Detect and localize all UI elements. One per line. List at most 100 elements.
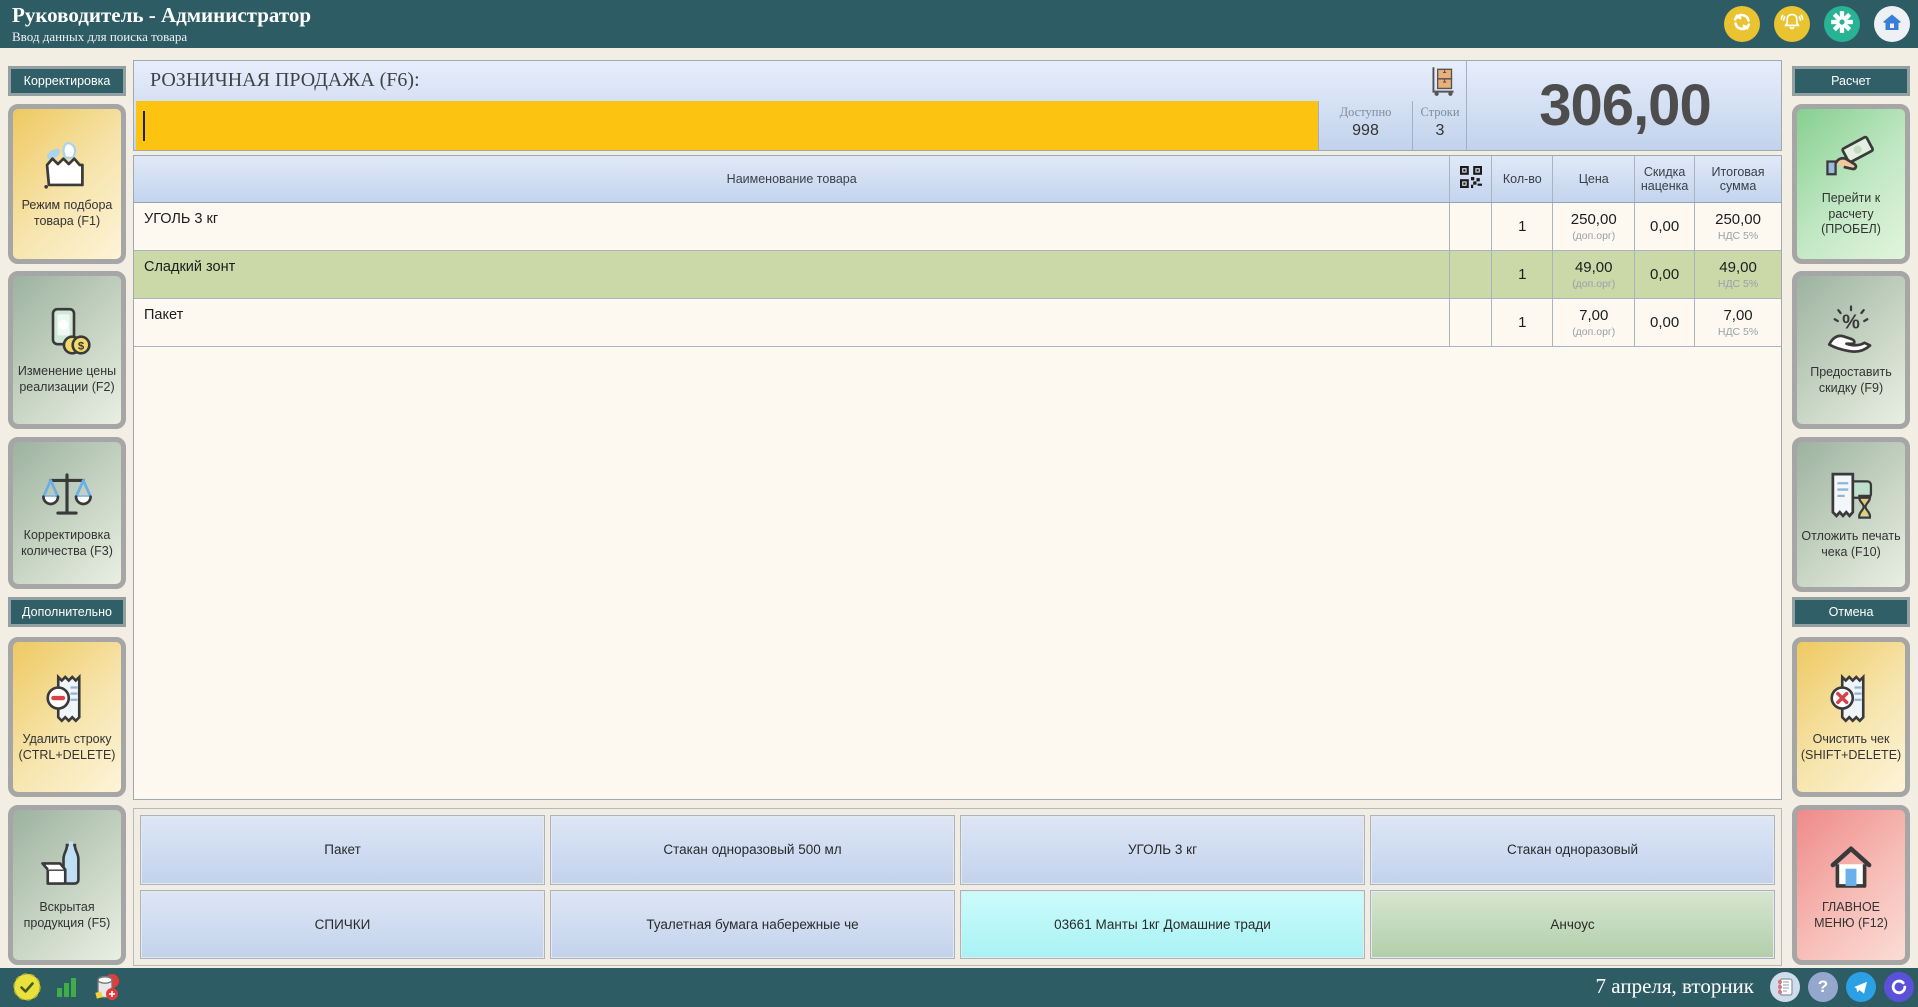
- opened-products-button[interactable]: Вскрытая продукция (F5): [8, 805, 126, 965]
- quick-button-ugol[interactable]: УГОЛЬ 3 кг: [961, 816, 1364, 884]
- sale-title-bar: РОЗНИЧНАЯ ПРОДАЖА (F6):: [134, 61, 1466, 101]
- quick-buttons-panel: Пакет Стакан одноразовый 500 мл УГОЛЬ 3 …: [133, 808, 1782, 966]
- opened-bottle-icon: [39, 839, 95, 896]
- quick-button-stakan[interactable]: Стакан одноразовый: [1371, 816, 1774, 884]
- change-price-label: Изменение цены реализации (F2): [17, 364, 117, 395]
- status-left-icons: [12, 972, 122, 1007]
- delete-row-button[interactable]: Удалить строку (CTRL+DELETE): [8, 637, 126, 797]
- quick-button-anchous[interactable]: Анчоус: [1371, 891, 1774, 959]
- header-price: Цена: [1552, 156, 1634, 202]
- bar-chart-icon[interactable]: [54, 974, 80, 1005]
- go-to-payment-label: Перейти к расчету (ПРОБЕЛ): [1801, 191, 1901, 238]
- window-subtitle: Ввод данных для поиска товара: [12, 29, 187, 45]
- database-icon[interactable]: [92, 972, 122, 1007]
- search-input[interactable]: [136, 101, 1318, 150]
- price-note: (доп.орг): [1572, 326, 1615, 338]
- item-qr-cell: [1449, 251, 1491, 298]
- header-qr: [1449, 156, 1491, 202]
- item-discount: 0,00: [1634, 251, 1694, 298]
- total-value: 49,00: [1719, 259, 1757, 276]
- lines-cell: Строки 3: [1412, 101, 1467, 150]
- question-icon[interactable]: ?: [1808, 972, 1838, 1002]
- adjust-quantity-button[interactable]: Корректировка количества (F3): [8, 437, 126, 589]
- qr-code-icon: [1460, 166, 1482, 191]
- section-header-label: Дополнительно: [22, 605, 112, 619]
- select-mode-button[interactable]: Режим подбора товара (F1): [8, 104, 126, 264]
- telegram-icon[interactable]: [1846, 972, 1876, 1002]
- quick-button-stakan-500[interactable]: Стакан одноразовый 500 мл: [551, 816, 954, 884]
- item-price: 250,00 (доп.орг): [1552, 203, 1634, 250]
- notifications-button[interactable]: [1774, 6, 1810, 42]
- item-name: Сладкий зонт: [134, 251, 1449, 298]
- change-price-button[interactable]: $ Изменение цены реализации (F2): [8, 271, 126, 429]
- total-value: 7,00: [1723, 307, 1752, 324]
- sync-icon: [1730, 10, 1754, 39]
- sale-title: РОЗНИЧНАЯ ПРОДАЖА (F6):: [150, 69, 420, 92]
- smiley-check-icon[interactable]: [12, 972, 42, 1007]
- select-mode-label: Режим подбора товара (F1): [17, 198, 117, 229]
- section-header-label: Корректировка: [24, 74, 111, 88]
- item-total: 7,00 НДС 5%: [1694, 299, 1781, 346]
- text-caret: [143, 111, 145, 141]
- hand-truck-icon[interactable]: [1426, 64, 1460, 103]
- item-total: 49,00 НДС 5%: [1694, 251, 1781, 298]
- total-section: 306,00: [1467, 61, 1783, 150]
- total-note: НДС 5%: [1718, 278, 1758, 290]
- main-menu-button[interactable]: ГЛАВНОЕ МЕНЮ (F12): [1792, 805, 1910, 965]
- home-icon: [1880, 10, 1904, 39]
- lines-label: Строки: [1413, 105, 1467, 120]
- header-discount: Скидка наценка: [1634, 156, 1694, 202]
- section-header-cancel: Отмена: [1792, 597, 1910, 627]
- delete-row-label: Удалить строку (CTRL+DELETE): [17, 732, 117, 763]
- table-row-selected[interactable]: Сладкий зонт 1 49,00 (доп.орг) 0,00 49,0…: [134, 251, 1781, 299]
- svg-text:$: $: [78, 340, 85, 352]
- table-row[interactable]: Пакет 1 7,00 (доп.орг) 0,00 7,00 НДС 5%: [134, 299, 1781, 347]
- hand-percent-icon: %: [1822, 304, 1880, 361]
- price-note: (доп.орг): [1572, 278, 1615, 290]
- item-price: 7,00 (доп.орг): [1552, 299, 1634, 346]
- settings-button[interactable]: [1824, 6, 1860, 42]
- price-value: 49,00: [1575, 259, 1613, 276]
- postpone-receipt-button[interactable]: Отложить печать чека (F10): [1792, 437, 1910, 592]
- header-name: Наименование товара: [134, 156, 1449, 202]
- available-value: 998: [1319, 122, 1412, 140]
- sale-panel: РОЗНИЧНАЯ ПРОДАЖА (F6): Доступно 998 Стр…: [133, 60, 1782, 151]
- receipt-minus-icon: [39, 671, 95, 728]
- quick-button-manty[interactable]: 03661 Манты 1кг Домашние тради: [961, 891, 1364, 959]
- sale-panel-left: РОЗНИЧНАЯ ПРОДАЖА (F6): Доступно 998 Стр…: [134, 61, 1467, 150]
- give-discount-button[interactable]: % Предоставить скидку (F9): [1792, 271, 1910, 429]
- svg-text:%: %: [1842, 311, 1860, 333]
- item-name: УГОЛЬ 3 кг: [134, 203, 1449, 250]
- item-qr-cell: [1449, 203, 1491, 250]
- item-discount: 0,00: [1634, 299, 1694, 346]
- items-table: Наименование товара Кол-во Цена Скидка н…: [133, 155, 1782, 800]
- header-total: Итоговая сумма: [1694, 156, 1781, 202]
- gear-icon: [1829, 9, 1855, 40]
- basket-icon: [38, 139, 96, 194]
- item-qr-cell: [1449, 299, 1491, 346]
- section-header-additional: Дополнительно: [8, 597, 126, 627]
- receipt-x-icon: [1823, 671, 1879, 728]
- bell-icon: [1780, 10, 1804, 39]
- swirl-icon[interactable]: [1884, 972, 1914, 1002]
- total-note: НДС 5%: [1718, 326, 1758, 338]
- opened-products-label: Вскрытая продукция (F5): [17, 900, 117, 931]
- quick-button-bumaga[interactable]: Туалетная бумага набережные че: [551, 891, 954, 959]
- sale-input-row: Доступно 998 Строки 3: [134, 101, 1466, 152]
- item-qty: 1: [1491, 251, 1552, 298]
- house-icon: [1822, 839, 1880, 896]
- clear-receipt-label: Очистить чек (SHIFT+DELETE): [1801, 732, 1901, 763]
- notebook-icon[interactable]: [1770, 972, 1800, 1002]
- go-to-payment-button[interactable]: Перейти к расчету (ПРОБЕЛ): [1792, 104, 1910, 264]
- item-qty: 1: [1491, 203, 1552, 250]
- quick-button-spichki[interactable]: СПИЧКИ: [141, 891, 544, 959]
- home-button[interactable]: [1874, 6, 1910, 42]
- quick-button-paket[interactable]: Пакет: [141, 816, 544, 884]
- available-label: Доступно: [1319, 105, 1412, 120]
- item-discount: 0,00: [1634, 203, 1694, 250]
- section-header-label: Отмена: [1829, 605, 1874, 619]
- clear-receipt-button[interactable]: Очистить чек (SHIFT+DELETE): [1792, 637, 1910, 797]
- status-bar: 7 апреля, вторник ?: [0, 968, 1918, 1007]
- table-row[interactable]: УГОЛЬ 3 кг 1 250,00 (доп.орг) 0,00 250,0…: [134, 203, 1781, 251]
- sync-button[interactable]: [1724, 6, 1760, 42]
